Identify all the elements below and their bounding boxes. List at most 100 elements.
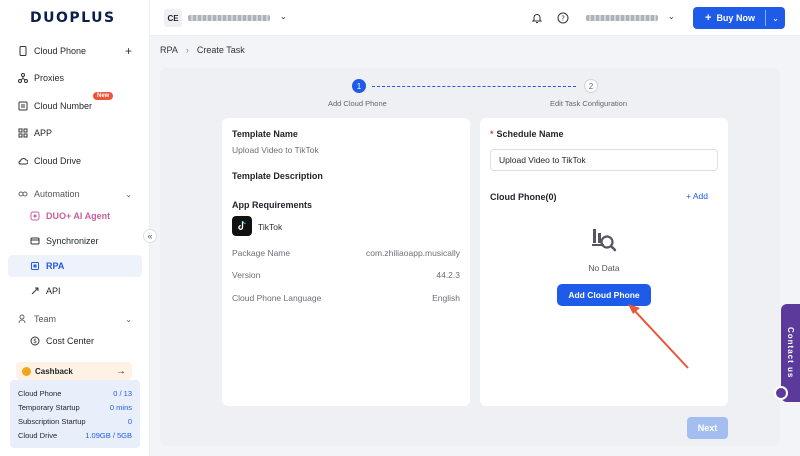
rpa-icon bbox=[30, 261, 40, 271]
phone-icon bbox=[18, 46, 28, 56]
contact-help-icon[interactable] bbox=[774, 386, 788, 400]
add-cloud-phone-plus-icon[interactable]: + bbox=[125, 44, 132, 58]
package-name-label: Package Name bbox=[232, 248, 291, 258]
chevron-down-icon: ⌄ bbox=[125, 189, 132, 199]
usage-value: 0 mins bbox=[109, 402, 132, 412]
step-1-label: Add Cloud Phone bbox=[328, 99, 387, 108]
version-value: 44.2.3 bbox=[436, 270, 460, 280]
api-icon bbox=[30, 286, 40, 296]
schedule-card: * Schedule Name Upload Video to TikTok Cl… bbox=[480, 118, 728, 406]
add-cloud-phone-button[interactable]: Add Cloud Phone bbox=[557, 284, 651, 306]
account-name-redacted[interactable] bbox=[586, 15, 658, 21]
no-data-icon bbox=[592, 229, 617, 252]
workspace-avatar[interactable]: CE bbox=[164, 9, 182, 27]
usage-row: Cloud Drive 1.09GB / 5GB bbox=[18, 428, 132, 442]
sidebar-item-duo-ai-agent[interactable]: DUO+ AI Agent bbox=[8, 205, 142, 227]
sidebar-item-rpa[interactable]: RPA bbox=[8, 255, 142, 277]
sidebar-item-label: DUO+ AI Agent bbox=[46, 211, 111, 221]
chevron-down-icon: ⌄ bbox=[125, 314, 132, 324]
add-cloud-phone-link[interactable]: + Add bbox=[686, 191, 708, 201]
sidebar-item-label: Cloud Number bbox=[34, 101, 93, 111]
brand-logo[interactable]: DUOPLUS bbox=[30, 10, 116, 26]
language-label: Cloud Phone Language bbox=[232, 293, 322, 303]
new-badge: New bbox=[93, 92, 114, 100]
sidebar-section-label: Team bbox=[34, 314, 57, 324]
schedule-name-label-text: Schedule Name bbox=[496, 129, 564, 139]
usage-row: Temporary Startup 0 mins bbox=[18, 400, 132, 414]
schedule-name-label: * Schedule Name bbox=[490, 129, 564, 139]
tiktok-icon bbox=[232, 216, 252, 236]
bell-icon[interactable] bbox=[530, 11, 544, 25]
help-icon[interactable]: ? bbox=[556, 11, 570, 25]
cashback-label: Cashback bbox=[35, 366, 73, 376]
sidebar-item-proxies[interactable]: Proxies bbox=[8, 67, 142, 89]
sidebar-item-label: Synchronizer bbox=[46, 236, 99, 246]
arrow-right-icon: → bbox=[116, 365, 126, 377]
sidebar-item-cloud-drive[interactable]: Cloud Drive bbox=[8, 150, 142, 172]
sidebar-item-cost-center[interactable]: $ Cost Center bbox=[8, 330, 142, 352]
breadcrumb-separator-icon: › bbox=[185, 45, 189, 55]
sidebar-item-label: Cloud Drive bbox=[34, 156, 82, 166]
template-name-label: Template Name bbox=[232, 129, 298, 139]
sidebar-item-cloud-phone[interactable]: Cloud Phone + bbox=[8, 40, 142, 62]
svg-text:?: ? bbox=[561, 15, 565, 23]
ai-agent-icon bbox=[30, 211, 40, 221]
coin-icon bbox=[22, 366, 31, 376]
sidebar-item-synchronizer[interactable]: Synchronizer bbox=[8, 230, 142, 252]
number-icon bbox=[18, 101, 28, 111]
cost-center-icon: $ bbox=[30, 336, 40, 346]
usage-summary: Cloud Phone 0 / 13 Temporary Startup 0 min… bbox=[10, 380, 140, 448]
plus-icon: + bbox=[705, 12, 712, 24]
chevron-down-icon[interactable]: ⌄ bbox=[668, 12, 675, 21]
sidebar-item-label: Proxies bbox=[34, 73, 65, 83]
template-name-value: Upload Video to TikTok bbox=[232, 145, 319, 155]
sidebar-item-api[interactable]: API bbox=[8, 280, 142, 302]
team-icon bbox=[18, 314, 28, 324]
breadcrumb-current: Create Task bbox=[196, 45, 245, 55]
usage-row: Subscription Startup 0 bbox=[18, 414, 132, 428]
workspace-name-redacted[interactable] bbox=[188, 15, 270, 21]
step-1-indicator: 1 bbox=[352, 79, 366, 93]
next-button[interactable]: Next bbox=[687, 417, 728, 439]
buy-now-label: Buy Now bbox=[716, 13, 755, 23]
buy-now-button[interactable]: + Buy Now ⌄ bbox=[693, 7, 785, 29]
sidebar-item-label: API bbox=[46, 286, 61, 296]
usage-label: Cloud Phone bbox=[18, 388, 62, 398]
collapse-sidebar-button[interactable]: « bbox=[143, 229, 157, 243]
usage-value: 1.09GB / 5GB bbox=[85, 430, 132, 440]
synchronizer-icon bbox=[30, 236, 40, 246]
version-label: Version bbox=[232, 270, 261, 280]
app-name: TikTok bbox=[258, 222, 283, 232]
svg-text:$: $ bbox=[33, 338, 37, 345]
automation-icon bbox=[18, 189, 28, 199]
cloud-phone-count-label: Cloud Phone(0) bbox=[490, 192, 557, 202]
sidebar: DUOPLUS Cloud Phone + Proxies Cloud Numb… bbox=[0, 0, 150, 456]
sidebar-item-label: RPA bbox=[46, 261, 65, 271]
usage-label: Temporary Startup bbox=[18, 402, 80, 412]
template-info-card: Template Name Upload Video to TikTok Tem… bbox=[222, 118, 470, 406]
sidebar-item-label: Cloud Phone bbox=[34, 46, 87, 56]
cloud-icon bbox=[18, 156, 28, 166]
top-header: CE ⌄ ? ⌄ + Buy Now ⌄ bbox=[150, 0, 800, 36]
app-grid-icon bbox=[18, 128, 28, 138]
cashback-banner[interactable]: Cashback → bbox=[16, 362, 132, 380]
sidebar-item-label: Cost Center bbox=[46, 336, 95, 346]
sidebar-item-app[interactable]: APP bbox=[8, 122, 142, 144]
sidebar-item-cloud-number[interactable]: Cloud Number New bbox=[8, 92, 142, 117]
breadcrumb-root[interactable]: RPA bbox=[160, 45, 178, 55]
usage-label: Subscription Startup bbox=[18, 416, 86, 426]
sidebar-item-label: APP bbox=[34, 128, 53, 138]
usage-value: 0 / 13 bbox=[113, 388, 132, 398]
schedule-name-input[interactable]: Upload Video to TikTok bbox=[490, 149, 718, 171]
chevron-down-icon[interactable]: ⌄ bbox=[280, 12, 287, 21]
sidebar-section-team[interactable]: Team ⌄ bbox=[8, 308, 142, 330]
sidebar-section-label: Automation bbox=[34, 189, 80, 199]
buy-now-dropdown-icon[interactable]: ⌄ bbox=[766, 14, 785, 23]
language-value: English bbox=[432, 293, 460, 303]
usage-label: Cloud Drive bbox=[18, 430, 58, 440]
proxy-icon bbox=[18, 73, 28, 83]
breadcrumb: RPA › Create Task bbox=[160, 45, 245, 55]
usage-value: 0 bbox=[127, 416, 132, 426]
sidebar-section-automation[interactable]: Automation ⌄ bbox=[8, 183, 142, 205]
step-2-label: Edit Task Configuration bbox=[550, 99, 627, 108]
